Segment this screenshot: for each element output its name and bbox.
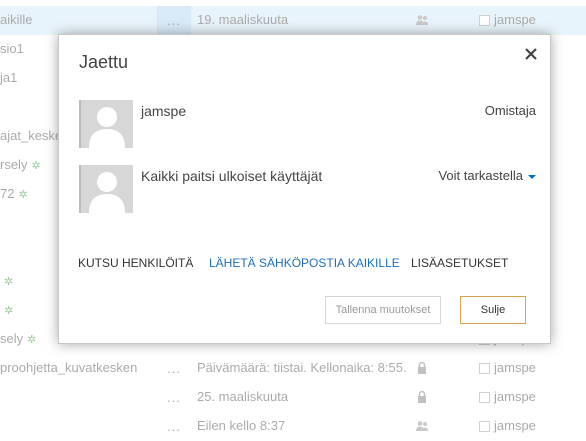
person-placeholder-icon [89, 172, 125, 213]
person-name: Kaikki paitsi ulkoiset käyttäjät [141, 168, 323, 184]
person-placeholder-icon [89, 107, 125, 148]
invite-people-link[interactable]: KUTSU HENKILÖITÄ [78, 256, 193, 270]
share-dialog: Jaettu jamspe Omistaja Kaikki paitsi ulk… [58, 34, 551, 344]
permission-dropdown[interactable]: Voit tarkastella [438, 168, 536, 183]
advanced-settings-link[interactable]: LISÄASETUKSET [411, 256, 508, 270]
shared-person-row: Kaikki paitsi ulkoiset käyttäjät Voit ta… [79, 165, 536, 215]
close-icon[interactable] [522, 45, 540, 63]
avatar [79, 100, 133, 148]
email-everyone-link[interactable]: LÄHETÄ SÄHKÖPOSTIA KAIKILLE [209, 256, 400, 270]
avatar [79, 165, 133, 213]
chevron-down-icon [528, 174, 536, 179]
person-name: jamspe [141, 103, 187, 119]
close-button[interactable]: Sulje [460, 296, 526, 324]
permission-label: Omistaja [484, 103, 536, 118]
save-changes-button[interactable]: Tallenna muutokset [325, 296, 441, 324]
shared-person-row: jamspe Omistaja [79, 100, 536, 150]
dialog-title: Jaettu [79, 52, 129, 72]
